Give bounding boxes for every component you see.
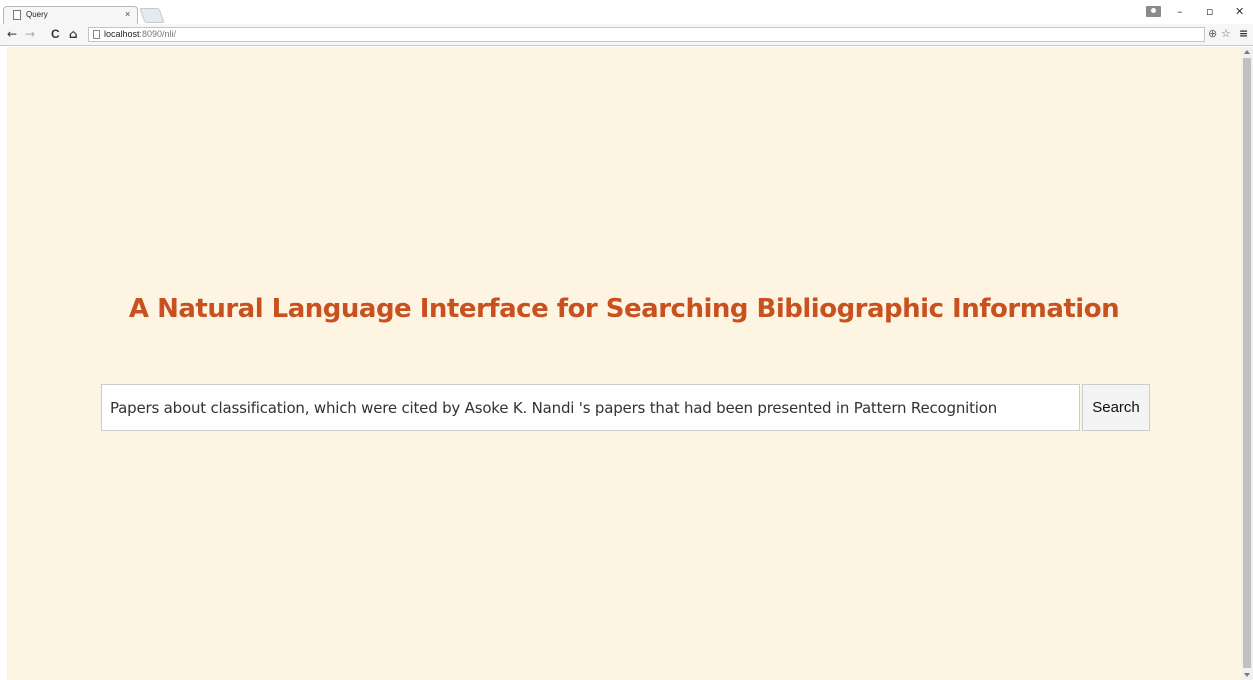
home-icon[interactable]: ⌂	[69, 27, 78, 41]
scrollbar[interactable]	[1241, 47, 1253, 680]
tab-title: Query	[26, 10, 48, 19]
page-viewport: A Natural Language Interface for Searchi…	[7, 47, 1241, 680]
search-button[interactable]: Search	[1082, 384, 1150, 431]
browser-tab[interactable]: Query ×	[3, 6, 138, 24]
scroll-up-icon[interactable]	[1244, 50, 1250, 54]
menu-icon[interactable]: ≡	[1239, 27, 1248, 41]
browser-toolbar: ← → C ⌂ localhost:8090/nli/ ⊕ ☆ ≡	[0, 24, 1253, 46]
back-icon[interactable]: ←	[7, 27, 17, 41]
search-input[interactable]	[101, 384, 1080, 431]
bookmark-star-icon[interactable]: ☆	[1221, 27, 1231, 41]
address-bar[interactable]: localhost:8090/nli/	[88, 27, 1205, 42]
page-title: A Natural Language Interface for Searchi…	[128, 294, 1120, 324]
forward-icon[interactable]: →	[25, 27, 35, 41]
window-close-icon[interactable]: ✕	[1235, 5, 1244, 19]
tab-close-icon[interactable]: ×	[125, 9, 130, 19]
restore-icon[interactable]: ▫	[1206, 5, 1213, 19]
reload-icon[interactable]: C	[51, 27, 60, 41]
url-host: localhost	[104, 29, 140, 39]
scroll-down-icon[interactable]	[1244, 673, 1250, 677]
new-tab-button[interactable]	[139, 8, 165, 23]
url-text[interactable]: localhost:8090/nli/	[104, 29, 176, 40]
page-icon	[13, 10, 21, 20]
url-path: :8090/nli/	[139, 29, 177, 39]
profile-icon[interactable]	[1146, 6, 1161, 17]
minimize-icon[interactable]: –	[1177, 5, 1183, 19]
page-icon	[93, 30, 100, 39]
browser-titlebar: Query × – ▫ ✕	[0, 0, 1253, 24]
zoom-icon[interactable]: ⊕	[1208, 27, 1217, 41]
scroll-thumb[interactable]	[1243, 58, 1251, 668]
window-border	[0, 47, 7, 680]
